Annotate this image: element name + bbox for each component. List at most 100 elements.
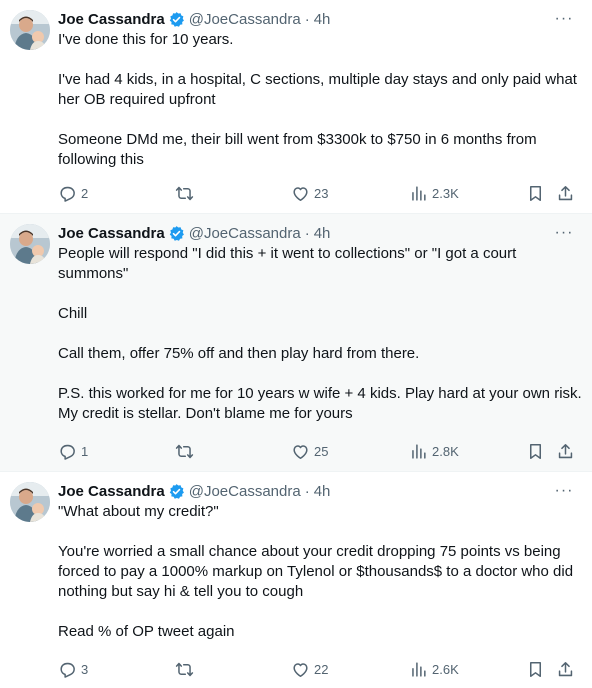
more-options-icon[interactable]: ··· bbox=[552, 480, 576, 502]
separator-dot: · bbox=[304, 224, 310, 242]
author-name[interactable]: Joe Cassandra bbox=[58, 225, 165, 242]
tweet-line: I've done this for 10 years. bbox=[58, 31, 234, 48]
views-button[interactable]: 2.8K bbox=[409, 434, 459, 468]
tweet-line: My credit is stellar. Don't blame me for… bbox=[58, 405, 353, 422]
retweet-button[interactable] bbox=[175, 434, 198, 468]
share-button[interactable] bbox=[556, 176, 575, 210]
like-count: 22 bbox=[314, 661, 329, 677]
timestamp[interactable]: 4h bbox=[314, 225, 331, 242]
tweet-text: "What about my credit?" You're worried a… bbox=[58, 502, 582, 642]
share-icon bbox=[558, 661, 573, 676]
author-handle[interactable]: @JoeCassandra bbox=[189, 11, 301, 28]
tweet-line: Read % of OP tweet again bbox=[58, 623, 235, 640]
avatar[interactable] bbox=[10, 224, 50, 264]
like-button[interactable]: 23 bbox=[291, 176, 328, 210]
views-count: 2.6K bbox=[432, 661, 459, 677]
retweet-icon bbox=[175, 186, 194, 200]
tweet-thread: Joe Cassandra @JoeCassandra · 4h ··· I'v… bbox=[0, 0, 592, 688]
reply-button[interactable]: 1 bbox=[58, 434, 88, 468]
tweet-line bbox=[58, 522, 582, 542]
share-icon bbox=[558, 443, 573, 458]
tweet-line: her OB required upfront bbox=[58, 91, 216, 108]
action-bar: 3 22 2.6K bbox=[48, 652, 582, 686]
share-button[interactable] bbox=[556, 652, 575, 686]
action-bar: 1 25 2.8K bbox=[48, 434, 582, 468]
bookmark-icon bbox=[529, 443, 542, 459]
bookmark-button[interactable] bbox=[526, 434, 545, 468]
author-handle[interactable]: @JoeCassandra bbox=[189, 483, 301, 500]
tweet-line: You're worried a small chance about your… bbox=[58, 543, 561, 560]
tweet-line bbox=[58, 324, 582, 344]
heart-icon bbox=[293, 186, 308, 201]
share-icon bbox=[558, 185, 573, 200]
reply-icon bbox=[60, 186, 75, 202]
reply-count: 3 bbox=[81, 661, 89, 677]
bookmark-button[interactable] bbox=[526, 652, 545, 686]
verified-badge-icon bbox=[169, 483, 184, 499]
tweet-line: Someone DMd me, their bill went from $33… bbox=[58, 131, 537, 148]
tweet-line: nothing but say hi & tell you to cough bbox=[58, 583, 304, 600]
verified-badge-icon bbox=[169, 11, 184, 27]
avatar[interactable] bbox=[10, 482, 50, 522]
action-bar: 2 23 2.3K bbox=[48, 176, 582, 210]
tweet-text: I've done this for 10 years. I've had 4 … bbox=[58, 30, 582, 170]
reply-button[interactable]: 3 bbox=[58, 652, 88, 686]
tweet-line: following this bbox=[58, 151, 144, 168]
author-name[interactable]: Joe Cassandra bbox=[58, 11, 165, 28]
author-name[interactable]: Joe Cassandra bbox=[58, 483, 165, 500]
analytics-icon bbox=[412, 185, 426, 201]
tweet-line bbox=[58, 284, 582, 304]
timestamp[interactable]: 4h bbox=[314, 483, 331, 500]
analytics-icon bbox=[412, 443, 426, 459]
tweet-line: Call them, offer 75% off and then play h… bbox=[58, 345, 420, 362]
heart-icon bbox=[293, 444, 308, 459]
tweet-line bbox=[58, 364, 582, 384]
retweet-icon bbox=[175, 444, 194, 458]
author-handle[interactable]: @JoeCassandra bbox=[189, 225, 301, 242]
share-button[interactable] bbox=[556, 434, 575, 468]
more-options-icon[interactable]: ··· bbox=[552, 8, 576, 30]
tweet-line: "What about my credit?" bbox=[58, 503, 219, 520]
tweet-line: I've had 4 kids, in a hospital, C sectio… bbox=[58, 71, 577, 88]
reply-count: 2 bbox=[81, 185, 89, 201]
retweet-button[interactable] bbox=[175, 176, 198, 210]
timestamp[interactable]: 4h bbox=[314, 11, 331, 28]
heart-icon bbox=[293, 662, 308, 677]
separator-dot: · bbox=[304, 482, 310, 500]
tweet-text: People will respond "I did this + it wen… bbox=[58, 244, 582, 424]
retweet-button[interactable] bbox=[175, 652, 198, 686]
views-count: 2.8K bbox=[432, 443, 459, 459]
like-count: 23 bbox=[314, 185, 329, 201]
reply-count: 1 bbox=[81, 443, 89, 459]
tweet-3[interactable]: Joe Cassandra @JoeCassandra · 4h ··· "Wh… bbox=[0, 472, 592, 688]
tweet-2[interactable]: Joe Cassandra @JoeCassandra · 4h ··· Peo… bbox=[0, 214, 592, 472]
views-button[interactable]: 2.3K bbox=[409, 176, 459, 210]
tweet-line: Chill bbox=[58, 305, 88, 322]
bookmark-icon bbox=[529, 185, 542, 201]
views-button[interactable]: 2.6K bbox=[409, 652, 459, 686]
avatar-photo-icon bbox=[10, 10, 50, 50]
tweet-line bbox=[58, 50, 582, 70]
reply-icon bbox=[60, 444, 75, 460]
bookmark-button[interactable] bbox=[526, 176, 545, 210]
verified-badge-icon bbox=[169, 225, 184, 241]
separator-dot: · bbox=[304, 10, 310, 28]
tweet-header: Joe Cassandra @JoeCassandra · 4h ··· bbox=[58, 8, 582, 30]
analytics-icon bbox=[412, 661, 426, 677]
tweet-header: Joe Cassandra @JoeCassandra · 4h ··· bbox=[58, 222, 582, 244]
bookmark-icon bbox=[529, 661, 542, 677]
tweet-1[interactable]: Joe Cassandra @JoeCassandra · 4h ··· I'v… bbox=[0, 0, 592, 214]
tweet-header: Joe Cassandra @JoeCassandra · 4h ··· bbox=[58, 480, 582, 502]
tweet-line bbox=[58, 602, 582, 622]
tweet-line bbox=[58, 110, 582, 130]
views-count: 2.3K bbox=[432, 185, 459, 201]
like-button[interactable]: 25 bbox=[291, 434, 328, 468]
reply-icon bbox=[60, 662, 75, 678]
tweet-line: forced to pay a 1000% markup on Tylenol … bbox=[58, 563, 574, 580]
avatar-photo-icon bbox=[10, 224, 50, 264]
more-options-icon[interactable]: ··· bbox=[552, 222, 576, 244]
reply-button[interactable]: 2 bbox=[58, 176, 88, 210]
like-button[interactable]: 22 bbox=[291, 652, 328, 686]
avatar[interactable] bbox=[10, 10, 50, 50]
like-count: 25 bbox=[314, 443, 329, 459]
